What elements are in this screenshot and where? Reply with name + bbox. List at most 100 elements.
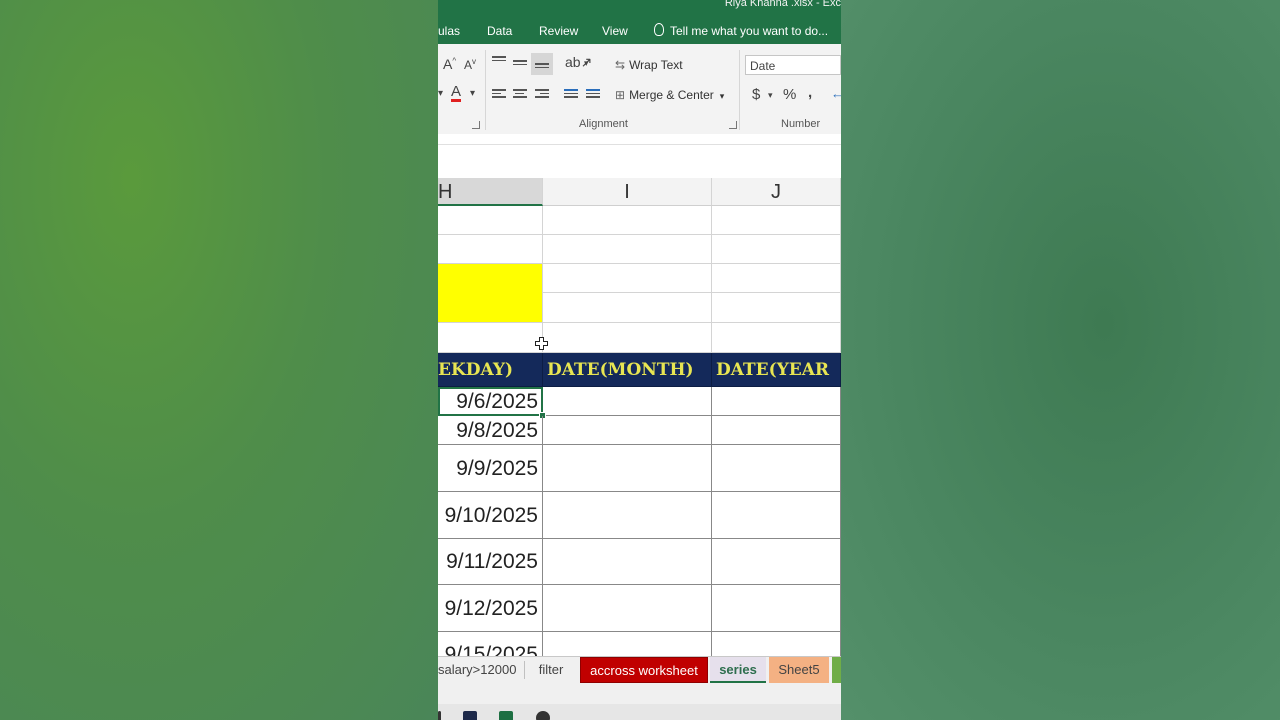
cell[interactable] (712, 264, 841, 293)
table-row (438, 206, 841, 235)
header-cell-month[interactable]: DATE(MONTH) (543, 353, 712, 387)
sheet-tab-sheet5[interactable]: Sheet5 (769, 657, 829, 683)
table-row: 9/12/2025 (438, 585, 841, 632)
sheet-tab-filter[interactable]: filter (528, 657, 574, 683)
tab-view[interactable]: View (602, 24, 628, 38)
tab-review[interactable]: Review (539, 24, 578, 38)
lightbulb-icon (654, 23, 664, 36)
cell[interactable] (543, 293, 712, 323)
table-header-row: EKDAY) DATE(MONTH) DATE(YEAR (438, 353, 841, 387)
table-row: 9/10/2025 (438, 492, 841, 539)
tell-me-box[interactable]: Tell me what you want to do... (654, 23, 828, 38)
middle-align-icon[interactable] (513, 60, 527, 70)
wrap-text-button[interactable]: ⇆ Wrap Text (615, 58, 683, 72)
align-center-icon[interactable] (513, 89, 527, 99)
cell[interactable] (712, 206, 841, 235)
column-header-i[interactable]: I (543, 178, 712, 206)
number-format-select[interactable]: Date (745, 55, 841, 75)
cell[interactable] (438, 235, 543, 264)
tell-me-text: Tell me what you want to do... (670, 24, 829, 38)
cell[interactable] (438, 323, 543, 353)
cell[interactable] (543, 416, 712, 445)
ribbon: A^ Av ▾ A ▾ ab↗ ▾ ⇆ Wrap Text ⊞ Merge & Ce… (438, 44, 841, 135)
number-group-label: Number (781, 118, 821, 130)
font-color-button[interactable]: A (451, 84, 462, 102)
excel-icon[interactable] (499, 711, 513, 720)
cell[interactable] (543, 445, 712, 492)
font-color-dropdown-icon[interactable]: ▾ (470, 88, 475, 99)
increase-decimal-icon[interactable]: ← (831, 86, 841, 101)
bottom-align-button[interactable] (531, 53, 553, 75)
highlighted-cell[interactable] (438, 264, 543, 293)
date-cell-active[interactable]: 9/6/2025 (438, 387, 543, 416)
cell[interactable] (712, 293, 841, 323)
taskbar-icon[interactable] (438, 711, 441, 720)
decrease-font-size-button[interactable]: Av (464, 57, 476, 72)
cell[interactable] (712, 416, 841, 445)
header-cell-weekday[interactable]: EKDAY) (438, 353, 543, 387)
sheet-tab-series[interactable]: series (710, 657, 766, 683)
column-header-h[interactable]: H (438, 178, 543, 206)
cell[interactable] (712, 492, 841, 539)
premiere-icon[interactable] (463, 711, 477, 720)
table-row: 9/9/2025 (438, 445, 841, 492)
table-row (438, 293, 841, 323)
fill-dropdown-icon[interactable]: ▾ (438, 88, 443, 99)
tab-formulas[interactable]: ulas (438, 24, 460, 38)
percent-button[interactable]: % (783, 86, 796, 103)
alignment-group-label: Alignment (579, 118, 628, 130)
sheet-tab-partial[interactable] (832, 657, 841, 683)
cell[interactable] (438, 206, 543, 235)
increase-indent-icon[interactable] (586, 89, 600, 99)
separator (739, 50, 740, 130)
taskbar (438, 704, 841, 720)
date-cell[interactable]: 9/12/2025 (438, 585, 543, 632)
date-cell[interactable]: 9/8/2025 (438, 416, 543, 445)
date-cell[interactable]: 9/9/2025 (438, 445, 543, 492)
window-title: Riya Khanna .xlsx - Exc (724, 0, 841, 9)
date-cell[interactable]: 9/11/2025 (438, 539, 543, 585)
highlighted-cell[interactable] (438, 293, 543, 323)
align-right-icon[interactable] (535, 89, 549, 99)
column-header-j[interactable]: J (712, 178, 841, 206)
cell[interactable] (543, 492, 712, 539)
date-cell[interactable]: 9/10/2025 (438, 492, 543, 539)
alignment-dialog-launcher-icon[interactable] (729, 121, 737, 129)
sheet-tab-accross-worksheet[interactable]: accross worksheet (580, 657, 708, 683)
top-align-icon[interactable] (492, 56, 506, 66)
formula-bar[interactable] (438, 134, 841, 169)
cell[interactable] (543, 206, 712, 235)
cell[interactable] (712, 585, 841, 632)
cell[interactable] (712, 235, 841, 264)
currency-button[interactable]: $ (752, 86, 760, 103)
cell[interactable] (712, 539, 841, 585)
merge-center-button[interactable]: ⊞ Merge & Center ▾ (615, 88, 724, 102)
cell[interactable] (712, 323, 841, 353)
merge-dropdown-icon: ▾ (719, 91, 725, 101)
cell[interactable] (543, 323, 712, 353)
table-row: 9/6/2025 (438, 387, 841, 416)
table-row (438, 323, 841, 353)
header-cell-year[interactable]: DATE(YEAR (712, 353, 841, 387)
sheet-tab-salary[interactable]: salary>12000 (438, 657, 520, 683)
font-dialog-launcher-icon[interactable] (472, 121, 480, 129)
comma-button[interactable]: , (808, 84, 812, 101)
cell[interactable] (543, 235, 712, 264)
cell[interactable] (543, 387, 712, 416)
app-icon[interactable] (536, 711, 550, 720)
table-row (438, 264, 841, 293)
table-row: 9/11/2025 (438, 539, 841, 585)
separator (524, 661, 525, 679)
formula-input[interactable] (438, 144, 841, 167)
cell[interactable] (543, 539, 712, 585)
orientation-dropdown-icon[interactable]: ▾ (584, 58, 589, 69)
cell[interactable] (543, 585, 712, 632)
cell[interactable] (712, 445, 841, 492)
increase-font-size-button[interactable]: A^ (443, 56, 456, 72)
cell[interactable] (543, 264, 712, 293)
currency-dropdown-icon[interactable]: ▾ (768, 90, 773, 101)
align-left-icon[interactable] (492, 89, 506, 99)
cell[interactable] (712, 387, 841, 416)
decrease-indent-icon[interactable] (564, 89, 578, 99)
tab-data[interactable]: Data (487, 24, 512, 38)
